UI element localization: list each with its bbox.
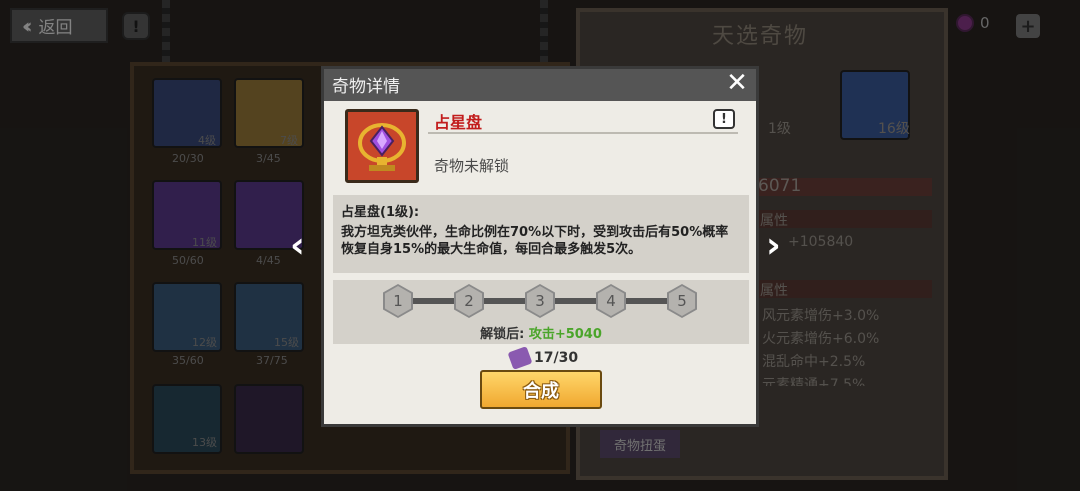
prev-artifact-arrow-icon[interactable]: ‹ xyxy=(290,225,305,266)
unlock-bonus: 解锁后: 攻击+5040 xyxy=(333,323,749,342)
description-box: 占星盘(1级): 我方坦克类伙伴，生命比例在70%以下时，受到攻击后有50%概率… xyxy=(333,195,749,273)
star-level-label: 2 xyxy=(456,286,482,316)
star-level-label: 1 xyxy=(385,286,411,316)
craft-label: 合成 xyxy=(523,380,559,402)
craft-button[interactable]: 合成 xyxy=(480,370,602,409)
dialog-title: 奇物详情 xyxy=(332,77,400,97)
fragment-progress: 17/30 xyxy=(507,346,579,370)
star-level-5: 5 xyxy=(667,284,697,318)
astrolabe-icon xyxy=(345,109,419,183)
dialog-header: 奇物详情 ✕ xyxy=(324,69,756,101)
star-level-3: 3 xyxy=(525,284,555,318)
unlock-status: 奇物未解锁 xyxy=(434,157,510,175)
fragment-icon xyxy=(507,346,533,370)
info-icon: ! xyxy=(721,111,727,127)
info-button[interactable]: ! xyxy=(713,109,735,129)
star-level-label: 3 xyxy=(527,286,553,316)
artifact-name: 占星盘 xyxy=(434,113,483,132)
star-level-2: 2 xyxy=(454,284,484,318)
fragment-count: 17/30 xyxy=(534,350,579,366)
star-level-1: 1 xyxy=(383,284,413,318)
star-level-label: 5 xyxy=(669,286,695,316)
star-level-label: 4 xyxy=(598,286,624,316)
artifact-detail-dialog: 奇物详情 ✕ 占星盘 ! 奇物未解锁 占星盘(1级): 我方坦克类伙伴，生命比例… xyxy=(321,66,759,427)
upgrade-track: 1 2 3 4 5 解锁后: 攻击+5040 xyxy=(333,280,749,344)
description-title: 占星盘(1级): xyxy=(341,205,420,220)
star-level-4: 4 xyxy=(596,284,626,318)
description-body: 我方坦克类伙伴，生命比例在70%以下时，受到攻击后有50%概率恢复自身15%的最… xyxy=(341,225,729,257)
unlock-value: 攻击+5040 xyxy=(528,327,602,342)
unlock-label: 解锁后: xyxy=(480,327,525,342)
close-icon[interactable]: ✕ xyxy=(724,70,750,97)
next-artifact-arrow-icon[interactable]: › xyxy=(766,225,781,266)
divider xyxy=(428,132,738,134)
